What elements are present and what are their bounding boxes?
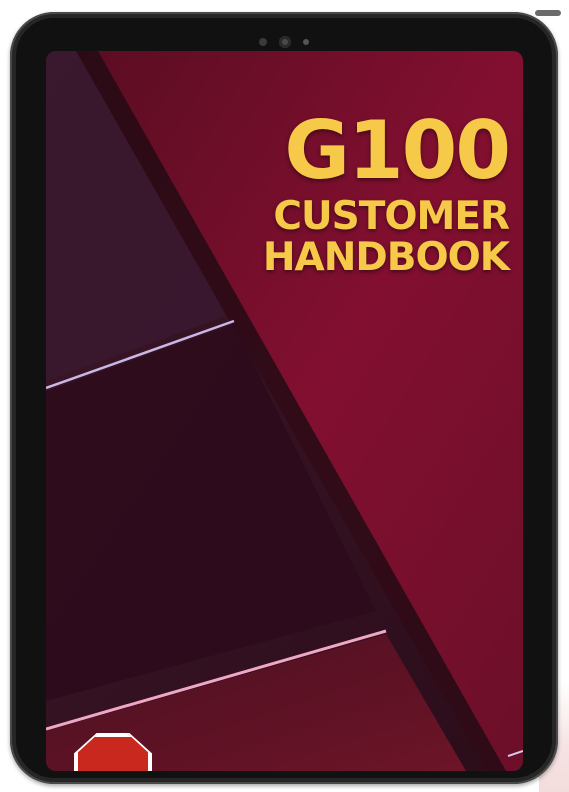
title-g100: G100 (284, 104, 511, 197)
camera-icon (279, 36, 291, 48)
tablet-screen[interactable]: G100 CUSTOMER HANDBOOK (46, 51, 523, 771)
light-sensor-icon (303, 39, 309, 45)
cover-title: G100 CUSTOMER HANDBOOK (209, 104, 511, 280)
page-stage: G100 CUSTOMER HANDBOOK (0, 0, 569, 792)
camera-array (16, 35, 552, 49)
title-customer: CUSTOMER (273, 194, 510, 239)
sensor-dot-icon (259, 38, 267, 46)
tablet-device: G100 CUSTOMER HANDBOOK (10, 12, 558, 784)
title-handbook: HANDBOOK (262, 235, 510, 280)
tablet-power-button (535, 10, 561, 16)
tablet-bezel: G100 CUSTOMER HANDBOOK (16, 18, 552, 778)
